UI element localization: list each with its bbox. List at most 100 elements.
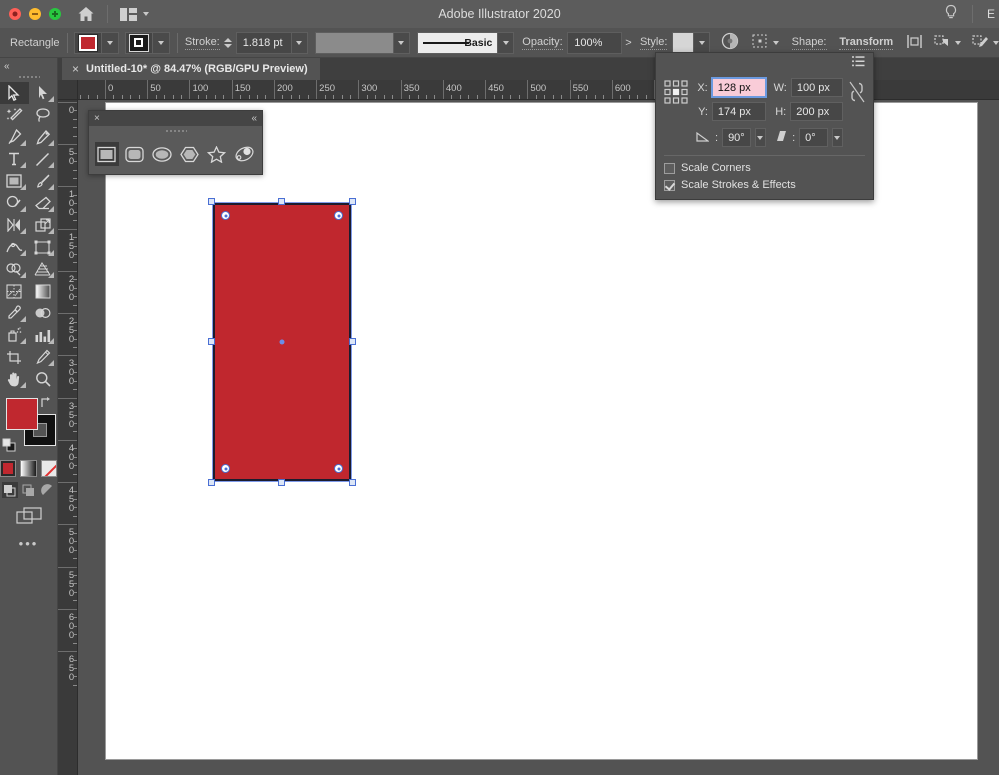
shaper-tool[interactable] [0, 192, 29, 214]
align-chevron-down-icon[interactable] [772, 40, 779, 45]
scale-strokes-row[interactable]: Scale Strokes & Effects [656, 179, 873, 191]
zoom-tool[interactable] [29, 368, 58, 390]
none-swatch[interactable] [40, 460, 57, 477]
selected-rectangle[interactable] [208, 198, 356, 486]
home-icon[interactable] [77, 6, 95, 22]
shear-angle-input[interactable]: 0° [799, 128, 828, 147]
live-corner-widget-top-right[interactable] [334, 211, 343, 220]
column-graph-tool[interactable] [29, 324, 58, 346]
shape-panel-header[interactable]: × « [89, 111, 262, 126]
selection-tool[interactable] [0, 82, 29, 104]
chevron-down-icon[interactable] [143, 12, 149, 16]
handle-bottom-right[interactable] [349, 479, 356, 486]
gradient-tool[interactable] [29, 280, 58, 302]
x-input[interactable]: 128 px [710, 77, 767, 98]
handle-bottom-center[interactable] [278, 479, 285, 486]
minimize-window-button[interactable] [29, 8, 41, 20]
stroke-weight-chevron-down-icon[interactable] [291, 31, 308, 54]
stroke-color-control[interactable] [124, 31, 170, 54]
isolate-selected-object-icon[interactable] [906, 34, 923, 52]
draw-inside-mode[interactable] [40, 482, 56, 498]
lightbulb-icon[interactable] [944, 4, 958, 24]
change-screen-mode-icon[interactable] [0, 507, 57, 524]
fill-swatch-large[interactable] [6, 398, 38, 430]
panel-menu-icon[interactable] [656, 53, 873, 68]
default-fill-stroke-icon[interactable] [2, 438, 18, 457]
paintbrush-tool[interactable] [29, 170, 58, 192]
edit-toolbar-icon[interactable] [972, 34, 989, 52]
fill-color-control[interactable] [74, 31, 120, 54]
rectangle-tool[interactable] [0, 170, 29, 192]
window-controls[interactable] [0, 8, 61, 20]
shape-tools-flyout-panel[interactable]: × « [88, 110, 263, 175]
direct-selection-tool[interactable] [29, 82, 58, 104]
hand-tool[interactable] [0, 368, 29, 390]
polygon-tool[interactable] [177, 142, 201, 166]
graphic-style-swatch[interactable] [672, 31, 695, 54]
stroke-color-swatch[interactable] [124, 31, 153, 54]
transform-button[interactable]: Transform [839, 36, 894, 50]
constrain-proportions-unlinked-icon[interactable] [849, 81, 865, 106]
stroke-weight-input[interactable]: 1.818 pt [235, 31, 292, 54]
ellipse-tool[interactable] [150, 142, 174, 166]
vertical-ruler[interactable]: 0 50 100 150 200 250 300 350 400 450 500 550 600 650 [58, 100, 78, 775]
fill-chevron-down-icon[interactable] [102, 31, 120, 54]
close-icon[interactable]: × [72, 62, 79, 76]
free-transform-tool[interactable] [29, 236, 58, 258]
eraser-tool[interactable] [29, 192, 58, 214]
flare-tool[interactable] [232, 142, 256, 166]
transform-panel[interactable]: X: 128 px W: 100 px Y: 174 px H: 200 px … [655, 52, 874, 200]
draw-modes[interactable] [0, 482, 57, 498]
draw-normal-mode[interactable] [1, 482, 18, 498]
y-input[interactable]: 174 px [711, 102, 767, 121]
line-segment-tool[interactable] [29, 148, 58, 170]
slice-tool[interactable] [29, 346, 58, 368]
draw-behind-mode[interactable] [21, 482, 37, 498]
lasso-tool[interactable] [29, 104, 58, 126]
rotate-tool[interactable] [0, 214, 29, 236]
angle-chevron-down-icon[interactable] [754, 128, 767, 147]
ruler-corner[interactable] [58, 80, 78, 100]
close-window-button[interactable] [9, 8, 21, 20]
color-swatch[interactable] [0, 460, 17, 477]
shape-builder-tool[interactable] [0, 258, 29, 280]
recolor-artwork-icon[interactable] [721, 32, 739, 53]
symbol-sprayer-tool[interactable] [0, 324, 29, 346]
stroke-weight-stepper[interactable] [223, 37, 232, 48]
scale-corners-row[interactable]: Scale Corners [656, 162, 873, 174]
mesh-tool[interactable] [0, 280, 29, 302]
collapse-icon[interactable]: « [251, 113, 257, 124]
gradient-swatch[interactable] [20, 460, 37, 477]
pen-tool[interactable] [0, 126, 29, 148]
select-similar-objects-icon[interactable] [934, 34, 951, 52]
live-corner-widget-bottom-left[interactable] [221, 464, 230, 473]
scale-corners-checkbox[interactable] [664, 162, 675, 174]
handle-middle-right[interactable] [349, 338, 356, 345]
rounded-rectangle-tool[interactable] [122, 142, 146, 166]
style-chevron-down-icon[interactable] [694, 31, 710, 54]
document-tab[interactable]: × Untitled-10* @ 84.47% (RGB/GPU Preview… [62, 58, 320, 80]
edit-chevron-down-icon[interactable] [993, 40, 999, 45]
fill-stroke-mini-swatches[interactable] [0, 460, 57, 477]
fill-stroke-control[interactable] [0, 396, 57, 458]
rotate-angle-input[interactable]: 90° [722, 128, 751, 147]
magic-wand-tool[interactable] [0, 104, 29, 126]
stroke-chevron-down-icon[interactable] [152, 31, 170, 54]
canvas-area[interactable] [78, 100, 999, 775]
variable-width-profile[interactable] [314, 31, 395, 54]
maximize-window-button[interactable] [49, 8, 61, 20]
scale-tool[interactable] [29, 214, 58, 236]
star-tool[interactable] [205, 142, 229, 166]
handle-bottom-left[interactable] [208, 479, 215, 486]
live-corner-widget-bottom-right[interactable] [334, 464, 343, 473]
rectangle-tool[interactable] [94, 142, 119, 166]
reference-point-grid[interactable] [664, 80, 688, 104]
handle-middle-left[interactable] [208, 338, 215, 345]
similar-chevron-down-icon[interactable] [955, 40, 961, 45]
swap-fill-stroke-icon[interactable] [39, 396, 53, 411]
blend-tool[interactable] [29, 302, 58, 324]
opacity-input[interactable]: 100% [567, 31, 622, 54]
brush-definition-dropdown[interactable]: Basic [417, 31, 499, 54]
toolbar-grip[interactable] [0, 72, 57, 82]
handle-top-right[interactable] [349, 198, 356, 205]
